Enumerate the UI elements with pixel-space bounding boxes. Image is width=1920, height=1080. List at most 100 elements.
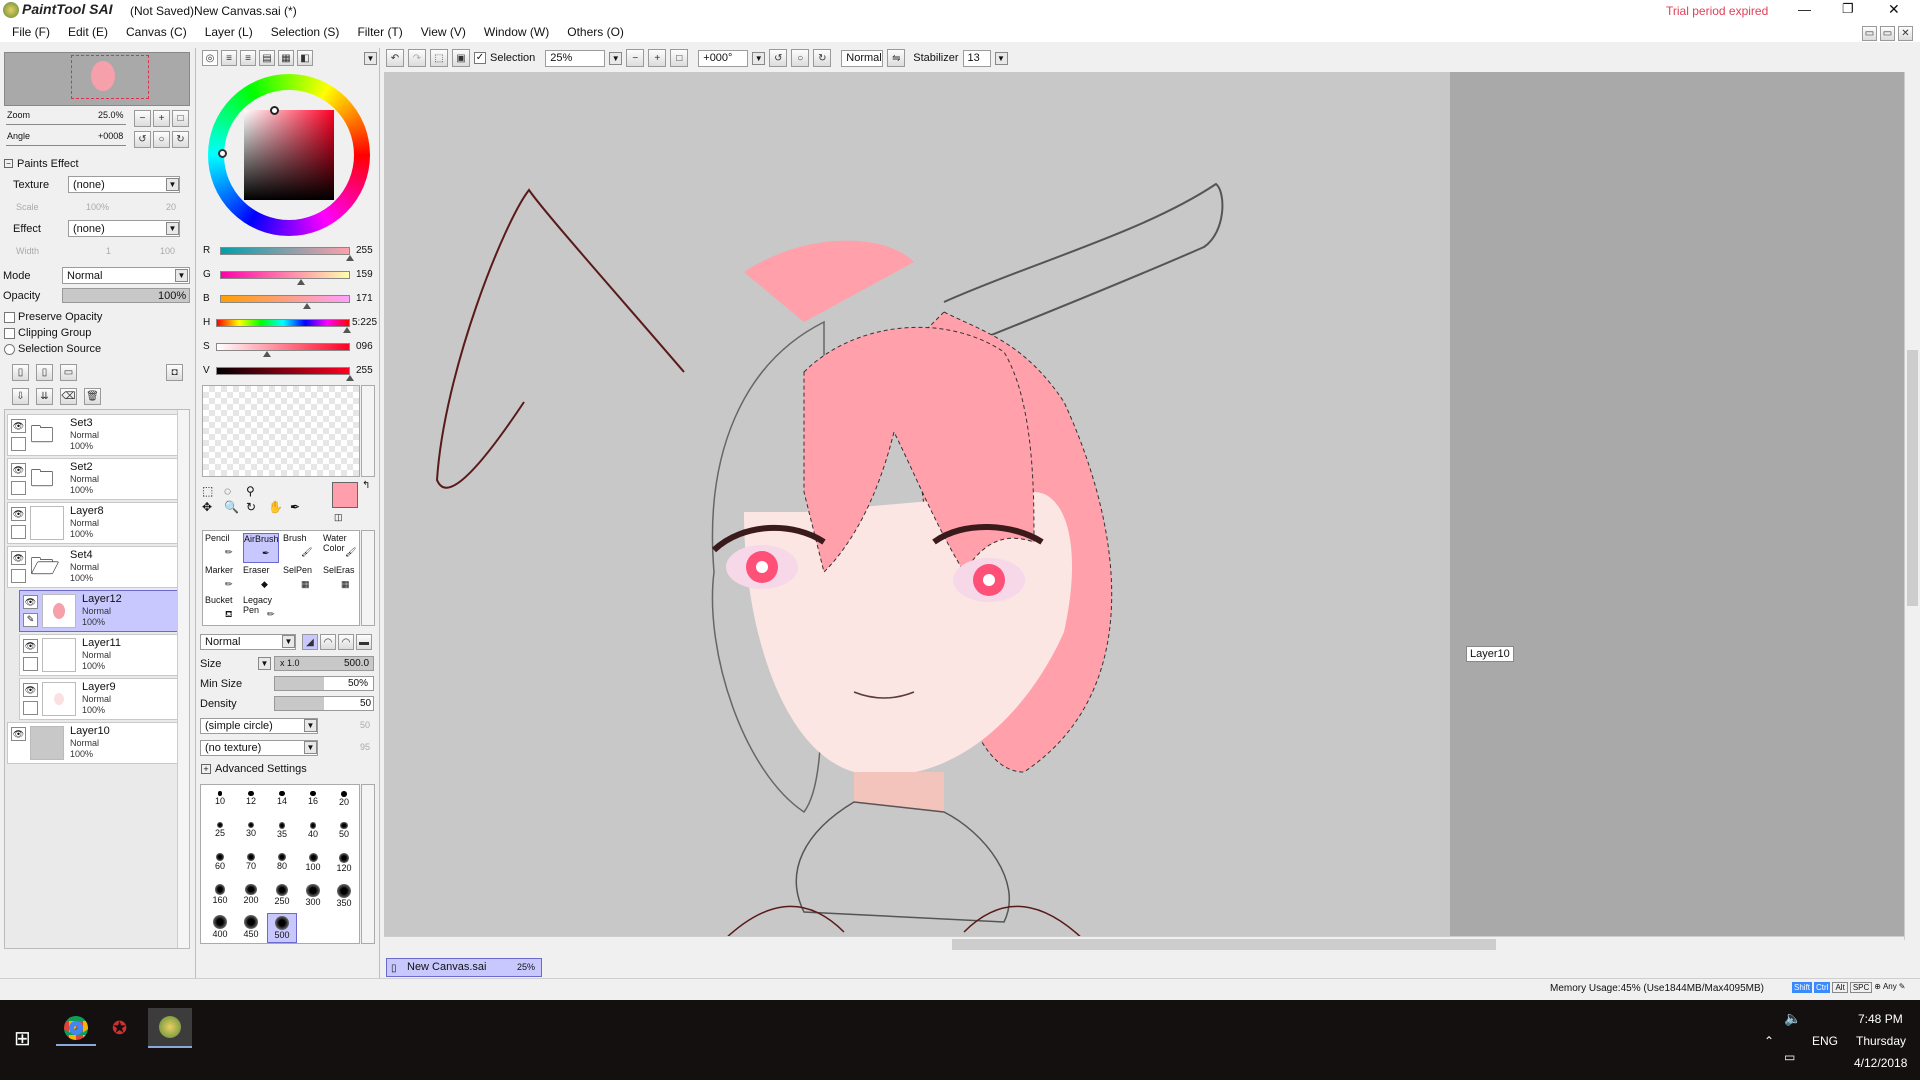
clear-layer-icon[interactable]: ⌫ [60, 388, 77, 405]
clock-date[interactable]: 4/12/2018 [1854, 1056, 1907, 1070]
sai-app-icon[interactable] [148, 1008, 192, 1048]
layout-button-2[interactable]: ▭ [1880, 26, 1895, 41]
eye-icon[interactable]: 👁 [11, 463, 26, 477]
mode-select[interactable]: Normal [62, 267, 190, 284]
brush-preset-30[interactable]: 30 [236, 820, 266, 850]
rotate-reset-button[interactable]: ○ [153, 131, 170, 148]
b-slider[interactable] [220, 295, 350, 303]
chevron-down-icon[interactable]: ▼ [175, 269, 188, 282]
chevron-down-icon[interactable]: ▼ [364, 52, 377, 65]
menu-window[interactable]: Window (W) [484, 25, 549, 39]
swatches-tab-icon[interactable]: ▦ [278, 50, 294, 66]
network-icon[interactable]: ▭ [1784, 1050, 1795, 1064]
tab-new-canvas[interactable]: ▯ New Canvas.sai 25% [386, 958, 542, 977]
canvas-viewport[interactable]: Layer10 [384, 72, 1920, 940]
effect-select[interactable]: (none) [68, 220, 180, 237]
layer-mask-icon[interactable]: ◘ [166, 364, 183, 381]
menu-view[interactable]: View (V) [421, 25, 466, 39]
layer-lock-box[interactable] [23, 701, 38, 715]
scratchpad-tab-icon[interactable]: ◧ [297, 50, 313, 66]
layer-item-layer10[interactable]: 👁 Layer10 Normal 100% [7, 722, 179, 764]
brush-preset-350[interactable]: 350 [329, 882, 359, 912]
density-slider[interactable] [274, 696, 374, 711]
eyedropper-icon[interactable]: ✒ [290, 500, 310, 514]
layer-list-scrollbar[interactable] [177, 410, 189, 948]
chevron-down-icon[interactable]: ▼ [166, 222, 179, 235]
edge-soft-icon[interactable]: ◠ [338, 634, 354, 650]
delete-layer-icon[interactable]: 🗑 [84, 388, 101, 405]
tool-pencil[interactable]: Pencil ✏ [205, 533, 241, 563]
restore-button[interactable]: ❐ [1842, 1, 1854, 17]
tool-airbrush-selected[interactable]: AirBrush ✒ [243, 533, 279, 563]
menu-edit[interactable]: Edit (E) [68, 25, 108, 39]
volume-icon[interactable]: 🔈 [1784, 1010, 1801, 1027]
tool-eraser[interactable]: Eraser ◆ [243, 565, 279, 595]
brush-texture-select[interactable]: (no texture) [200, 740, 318, 756]
brush-preset-25[interactable]: 25 [205, 820, 235, 850]
layer-lock-box[interactable] [11, 569, 26, 583]
brush-preset-300[interactable]: 300 [298, 882, 328, 912]
invert-selection-icon[interactable]: ▣ [452, 49, 470, 67]
rotate-right-button[interactable]: ↻ [172, 131, 189, 148]
zoom-in-button[interactable]: + [153, 110, 170, 127]
angle-slider[interactable] [6, 142, 126, 146]
blend-mode-field[interactable]: Normal [841, 49, 884, 67]
layout-close-button[interactable]: ✕ [1898, 26, 1913, 41]
layer-lock-box[interactable] [11, 437, 26, 451]
r-slider[interactable] [220, 247, 350, 255]
tool-brush[interactable]: Brush 🖌 [283, 533, 319, 563]
flip-icon[interactable]: ⇋ [887, 49, 906, 67]
angle-select[interactable]: +000° [698, 49, 749, 67]
chevron-down-icon[interactable]: ▼ [994, 51, 1008, 65]
zoom-in-icon[interactable]: + [648, 49, 667, 67]
brush-preset-160[interactable]: 160 [205, 882, 235, 912]
brush-preset-100[interactable]: 100 [298, 851, 328, 881]
tool-selpen[interactable]: SelPen ▦ [283, 565, 319, 595]
brush-preset-450[interactable]: 450 [236, 913, 266, 943]
vertical-scroll-thumb[interactable] [1907, 350, 1918, 606]
brush-preset-14[interactable]: 14 [267, 789, 297, 819]
chevron-down-icon[interactable]: ▼ [166, 178, 179, 191]
menu-layer[interactable]: Layer (L) [205, 25, 253, 39]
marquee-select-icon[interactable]: ⬚ [202, 484, 222, 498]
chevron-down-icon[interactable]: ▼ [752, 51, 766, 65]
layout-button-1[interactable]: ▭ [1862, 26, 1877, 41]
brush-preset-35[interactable]: 35 [267, 820, 297, 850]
eye-icon[interactable]: 👁 [11, 551, 26, 565]
brush-preset-20[interactable]: 20 [329, 789, 359, 819]
expand-icon[interactable]: + [201, 764, 211, 774]
vertical-scrollbar[interactable] [1904, 72, 1920, 940]
edge-flat-icon[interactable]: ▬ [356, 634, 372, 650]
layer-lock-box[interactable] [11, 525, 26, 539]
chevron-down-icon[interactable]: ▼ [258, 657, 271, 670]
menu-file[interactable]: File (F) [12, 25, 50, 39]
menu-selection[interactable]: Selection (S) [271, 25, 340, 39]
collapse-icon[interactable]: − [4, 159, 13, 168]
zoom-slider[interactable] [6, 121, 126, 125]
navigator-preview[interactable] [4, 52, 190, 106]
deselect-icon[interactable]: ⬚ [430, 49, 448, 67]
menu-canvas[interactable]: Canvas (C) [126, 25, 187, 39]
palette-tab-icon[interactable]: ▤ [259, 50, 275, 66]
brush-preset-500[interactable]: 500 [267, 913, 297, 943]
s-slider-handle[interactable] [262, 351, 271, 357]
brush-preset-250[interactable]: 250 [267, 882, 297, 912]
clipping-group-checkbox[interactable] [4, 328, 15, 339]
layer-item-layer12-selected[interactable]: 👁 ✎ Layer12 Normal 100% [19, 590, 179, 632]
rotate-reset-icon[interactable]: ○ [791, 49, 810, 67]
color-wheel-tab-icon[interactable]: ◎ [202, 50, 218, 66]
redo-icon[interactable]: ↷ [408, 49, 426, 67]
layer-lock-box[interactable] [23, 657, 38, 671]
game-app-icon[interactable]: ✪ [112, 1018, 127, 1039]
brush-preset-16[interactable]: 16 [298, 789, 328, 819]
hand-icon[interactable]: ✋ [268, 500, 288, 514]
rotate-icon[interactable]: ↻ [246, 500, 266, 514]
layer-item-layer11[interactable]: 👁 Layer11 Normal 100% [19, 634, 179, 676]
r-slider-handle[interactable] [346, 255, 354, 261]
h-slider-handle[interactable] [343, 327, 352, 333]
zoom-fit-icon[interactable]: □ [670, 49, 689, 67]
zoom-icon[interactable]: 🔍 [224, 500, 244, 514]
chevron-down-icon[interactable]: ▼ [304, 741, 317, 754]
new-folder-icon[interactable]: ▭ [60, 364, 77, 381]
canvas-document[interactable] [384, 72, 1450, 940]
